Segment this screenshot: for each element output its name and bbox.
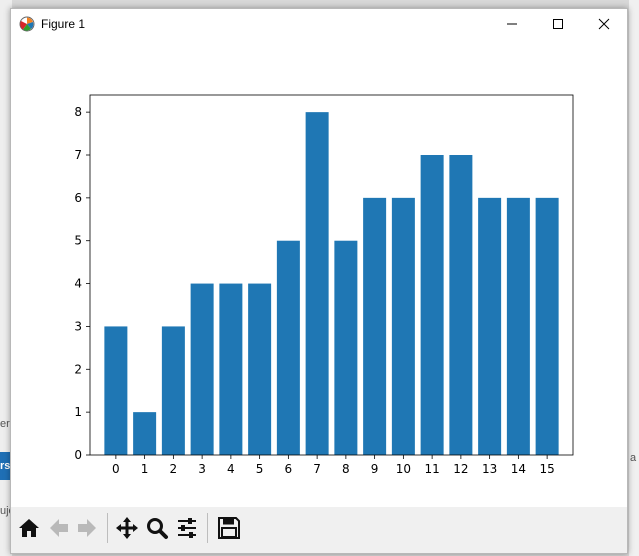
bar <box>535 197 559 455</box>
save-icon <box>218 517 240 539</box>
bar <box>506 197 530 455</box>
x-tick-label: 1 <box>141 462 149 476</box>
forward-button[interactable] <box>73 514 101 542</box>
x-tick-label: 13 <box>482 462 497 476</box>
bar <box>334 240 358 455</box>
bar <box>305 112 329 456</box>
configure-subplots-button[interactable] <box>173 514 201 542</box>
figure-canvas[interactable]: 0 1 2 3 4 5 6 7 8 9 10 11 12 13 14 15 0 1 2 3 4 5 6 7 8 <box>11 39 627 507</box>
background-app-strip <box>629 0 639 556</box>
x-tick-label: 11 <box>424 462 439 476</box>
zoom-button[interactable] <box>143 514 171 542</box>
x-tick-label: 6 <box>285 462 293 476</box>
move-icon <box>116 517 138 539</box>
x-tick-label: 10 <box>396 462 411 476</box>
x-tick-label: 8 <box>342 462 350 476</box>
x-tick-label: 9 <box>371 462 379 476</box>
x-tick-label: 3 <box>198 462 206 476</box>
home-icon <box>19 519 39 537</box>
y-tick-label: 2 <box>74 362 82 376</box>
toolbar-separator <box>107 513 108 543</box>
bar <box>276 240 300 455</box>
bar-chart: 0 1 2 3 4 5 6 7 8 9 10 11 12 13 14 15012345678 <box>74 94 574 476</box>
x-tick-label: 14 <box>511 462 526 476</box>
forward-arrow-icon <box>78 519 96 537</box>
minimize-button[interactable] <box>489 9 535 39</box>
zoom-icon <box>147 518 168 539</box>
y-tick-label: 1 <box>74 405 82 419</box>
back-arrow-icon <box>50 519 68 537</box>
bar <box>363 197 387 455</box>
y-tick-label: 7 <box>74 148 82 162</box>
background-text: er <box>0 418 10 430</box>
close-icon <box>598 18 610 30</box>
y-tick-label: 8 <box>74 105 82 119</box>
bar <box>420 155 444 455</box>
sliders-icon <box>178 518 196 538</box>
navigation-toolbar <box>11 507 627 553</box>
pan-button[interactable] <box>113 514 141 542</box>
matplotlib-icon <box>19 16 35 32</box>
maximize-button[interactable] <box>535 9 581 39</box>
y-tick-label: 6 <box>74 191 82 205</box>
toolbar-separator <box>207 513 208 543</box>
home-button[interactable] <box>15 514 43 542</box>
y-tick-label: 3 <box>74 319 82 333</box>
x-tick-label: 4 <box>227 462 235 476</box>
close-button[interactable] <box>581 9 627 39</box>
x-tick-label: 15 <box>539 462 554 476</box>
y-tick-label: 4 <box>74 277 82 291</box>
bar <box>449 155 473 455</box>
x-tick-label: 12 <box>453 462 468 476</box>
bar <box>248 283 272 455</box>
window-title: Figure 1 <box>41 17 86 31</box>
background-text: a <box>630 452 637 464</box>
minimize-icon <box>507 23 517 25</box>
bar <box>391 197 415 455</box>
y-tick-label: 5 <box>74 234 82 248</box>
bar <box>104 326 128 455</box>
figure-window: Figure 1 0 1 2 3 4 5 6 7 8 9 10 11 12 13 14 15 0 1 2 3 4 5 6 7 8 <box>10 8 628 554</box>
bar <box>133 412 157 455</box>
x-tick-label: 2 <box>170 462 178 476</box>
maximize-icon <box>553 19 563 29</box>
title-bar[interactable]: Figure 1 <box>11 9 627 39</box>
back-button[interactable] <box>45 514 73 542</box>
bar <box>161 326 185 455</box>
bar <box>478 197 502 455</box>
x-tick-label: 0 <box>112 462 120 476</box>
bar <box>219 283 243 455</box>
bar <box>190 283 214 455</box>
x-tick-label: 5 <box>256 462 264 476</box>
y-tick-label: 0 <box>74 448 82 462</box>
save-button[interactable] <box>215 514 243 542</box>
x-tick-label: 7 <box>313 462 321 476</box>
background-text: rs <box>0 460 11 472</box>
